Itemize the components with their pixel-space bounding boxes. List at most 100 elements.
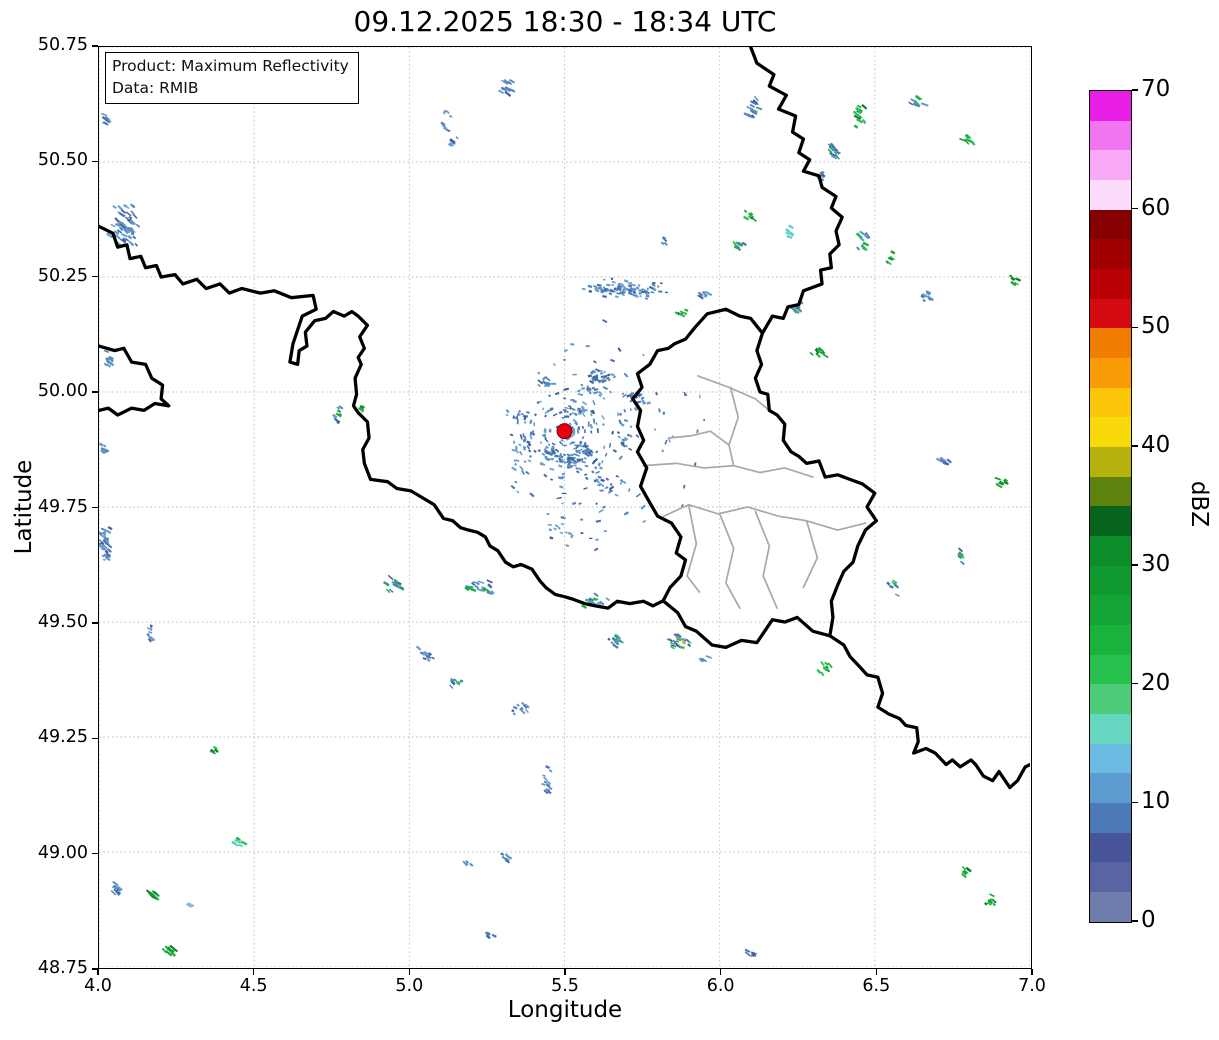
radar-echoes [99, 78, 1022, 958]
echo-speck [602, 278, 606, 281]
y-tick-mark [92, 737, 98, 739]
colorbar-tick-mark [1131, 208, 1138, 210]
echo-speck [572, 373, 577, 376]
echo-speck [563, 397, 567, 400]
echo-speck [581, 426, 585, 429]
echo-speck [560, 516, 564, 518]
echo-speck [611, 283, 614, 287]
echo-speck [584, 476, 589, 481]
echo-speck [525, 470, 530, 475]
echo-speck [616, 431, 621, 435]
colorbar-segment [1090, 506, 1131, 537]
echo-speck [922, 298, 926, 303]
colorbar-tick-label: 70 [1141, 76, 1171, 102]
echo-speck [533, 422, 535, 427]
echo-speck [431, 656, 435, 660]
echo-speck [639, 295, 642, 298]
echo-speck [524, 708, 529, 714]
colorbar-tick-mark [1131, 326, 1138, 329]
echo-speck [512, 705, 518, 710]
echo-speck [595, 470, 601, 475]
echo-speck [563, 415, 570, 418]
echo-speck [523, 421, 527, 424]
region-border-path [686, 503, 701, 593]
x-tick-label: 7.0 [1018, 976, 1046, 996]
echo-speck [584, 464, 589, 468]
colorbar-segment [1090, 476, 1131, 507]
echo-speck [528, 449, 532, 453]
echo-speck [590, 430, 593, 434]
x-tick-mark [875, 969, 877, 975]
echo-speck [125, 211, 132, 217]
echo-speck [519, 451, 523, 456]
echo-speck [593, 390, 599, 395]
region-border-path [718, 513, 741, 610]
echo-speck [743, 112, 750, 117]
echo-speck [513, 440, 516, 444]
echo-speck [542, 375, 548, 381]
echo-speck [635, 492, 642, 498]
echo-speck [856, 246, 861, 251]
echo-speck [549, 467, 555, 471]
echo-speck [662, 411, 665, 415]
echo-speck [820, 661, 825, 667]
colorbar-segment [1090, 743, 1131, 774]
y-tick-mark [92, 160, 98, 163]
echo-speck [600, 478, 605, 483]
echo-speck [505, 413, 509, 416]
y-tick-label: 49.50 [37, 611, 88, 632]
echo-speck [595, 450, 599, 454]
echo-speck [577, 392, 584, 396]
echo-speck [961, 865, 967, 871]
colorbar-segment [1090, 832, 1131, 863]
echo-speck [561, 502, 564, 505]
echo-speck [474, 584, 479, 589]
echo-speck [861, 118, 867, 125]
echo-speck [135, 223, 141, 228]
echo-speck [755, 106, 763, 111]
echo-speck [994, 476, 1001, 481]
grid-lines [99, 47, 1030, 967]
echo-speck [102, 444, 107, 448]
echo-speck [580, 383, 584, 387]
echo-speck [505, 409, 510, 414]
y-tick-label: 49.00 [37, 842, 88, 863]
echo-speck [820, 671, 825, 677]
country-border-path [749, 47, 844, 335]
y-tick-mark [92, 852, 98, 855]
annotation-product-line: Product: Maximum Reflectivity [112, 57, 349, 75]
region-border-path [802, 519, 819, 589]
echo-speck [599, 372, 604, 375]
echo-speck [561, 492, 567, 495]
echo-speck [551, 382, 557, 385]
echo-speck [823, 353, 829, 359]
echo-speck [558, 464, 563, 468]
echo-speck [125, 205, 130, 210]
colorbar-segment [1090, 239, 1131, 270]
echo-speck [584, 473, 588, 476]
colorbar-tick-mark [1131, 564, 1138, 566]
echo-speck [539, 461, 546, 466]
colorbar-segment [1090, 120, 1131, 151]
colorbar-segment [1090, 595, 1131, 626]
echo-speck [534, 413, 538, 417]
echo-speck [596, 428, 599, 433]
echo-speck [683, 311, 688, 316]
echo-speck [569, 406, 573, 410]
echo-speck [589, 423, 594, 429]
echo-speck [542, 776, 548, 781]
colorbar-tick-mark [1131, 920, 1138, 922]
colorbar-segment [1090, 180, 1131, 210]
echo-speck [543, 780, 548, 784]
echo-speck [596, 283, 602, 287]
echo-speck [646, 287, 650, 291]
echo-speck [513, 462, 518, 466]
echo-speck [573, 464, 577, 467]
x-tick-mark [720, 969, 722, 975]
echo-speck [541, 407, 545, 411]
echo-speck [623, 279, 629, 283]
echo-speck [614, 493, 619, 497]
echo-speck [572, 399, 577, 403]
colorbar-tick-mark [1131, 445, 1138, 447]
colorbar-segment [1090, 298, 1131, 329]
